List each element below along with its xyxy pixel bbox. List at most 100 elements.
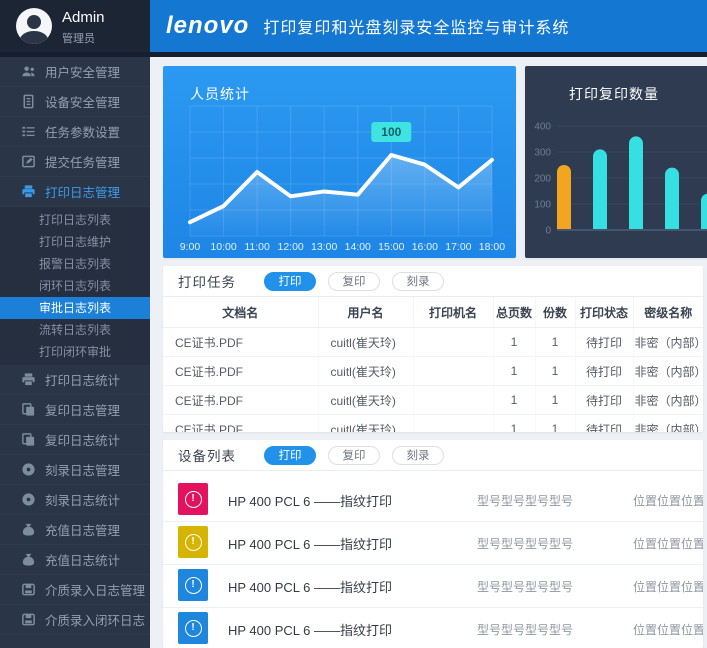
print-tasks-tabs: 打印复印刻录 (264, 272, 444, 291)
header-divider (0, 52, 707, 57)
device-list-tab-0[interactable]: 打印 (264, 446, 316, 465)
media-icon (20, 582, 36, 598)
exclamation-circle-icon: ! (185, 534, 202, 551)
sidebar-item-7[interactable]: 复印日志统计 (0, 425, 150, 455)
sidebar-item-5[interactable]: 打印日志统计 (0, 365, 150, 395)
sidebar-subitem-5[interactable]: 流转日志列表 (0, 319, 150, 341)
table-cell: 1 (493, 415, 535, 433)
col-header: 打印机名 (413, 297, 493, 328)
sidebar-item-label: 提交任务管理 (45, 152, 120, 171)
device-list-tab-2[interactable]: 刻录 (392, 446, 444, 465)
device-icon (20, 94, 36, 110)
sidebar-subitem-1[interactable]: 打印日志维护 (0, 231, 150, 253)
device-name: HP 400 PCL 6 ——指纹打印 (228, 577, 392, 596)
table-cell: 非密（内部） (633, 386, 703, 415)
sidebar-item-1[interactable]: 设备安全管理 (0, 87, 150, 117)
sidebar-item-2[interactable]: 任务参数设置 (0, 117, 150, 147)
sidebar-item-label: 介质录入日志管理 (45, 580, 145, 599)
sidebar-subitem-2[interactable]: 报警日志列表 (0, 253, 150, 275)
device-list-header: 设备列表 打印复印刻录 (163, 440, 703, 471)
submit-icon (20, 154, 36, 170)
sidebar-item-label: 用户安全管理 (45, 62, 120, 81)
table-cell: CE证书.PDF (163, 415, 318, 433)
print-tasks-table: 文档名用户名打印机名总页数份数打印状态密级名称 CE证书.PDFcuitl(崔天… (163, 297, 703, 432)
printer-icon (20, 184, 36, 200)
svg-text:100: 100 (534, 200, 551, 211)
svg-text:0: 0 (545, 226, 551, 237)
sidebar-subitem-0[interactable]: 打印日志列表 (0, 209, 150, 231)
table-cell: 非密（内部） (633, 328, 703, 357)
table-row[interactable]: CE证书.PDFcuitl(崔天玲)11待打印非密（内部） (163, 386, 703, 415)
device-model: 型号型号型号型号 (477, 535, 573, 552)
print-tasks-header: 打印任务 打印复印刻录 (163, 266, 703, 297)
table-cell: 待打印 (575, 386, 633, 415)
device-rows: !HP 400 PCL 6 ——指纹打印型号型号型号型号位置位置位置!HP 40… (163, 471, 703, 648)
disc-icon (20, 492, 36, 508)
table-row[interactable]: CE证书.PDFcuitl(崔天玲)11待打印非密（内部） (163, 357, 703, 386)
avatar-person-icon (27, 15, 41, 29)
device-status-icon: ! (178, 612, 208, 644)
personnel-chart-panel: 1009:0010:0011:0012:0013:0014:0015:0016:… (163, 66, 516, 258)
copy-icon (20, 402, 36, 418)
device-list-tab-1[interactable]: 复印 (328, 446, 380, 465)
print-tasks-tab-2[interactable]: 刻录 (392, 272, 444, 291)
device-status-icon: ! (178, 483, 208, 515)
table-cell: 非密（内部） (633, 415, 703, 433)
sidebar-submenu: 打印日志列表打印日志维护报警日志列表闭环日志列表审批日志列表流转日志列表打印闭环… (0, 207, 150, 365)
device-location: 位置位置位置 (633, 621, 703, 638)
avatar[interactable] (16, 8, 52, 44)
device-model: 型号型号型号型号 (477, 492, 573, 509)
table-cell: CE证书.PDF (163, 386, 318, 415)
device-location: 位置位置位置 (633, 578, 703, 595)
table-cell: 非密（内部） (633, 357, 703, 386)
device-location: 位置位置位置 (633, 492, 703, 509)
device-status-icon: ! (178, 526, 208, 558)
device-row[interactable]: !HP 400 PCL 6 ——指纹打印型号型号型号型号位置位置位置 (163, 522, 703, 565)
table-row[interactable]: CE证书.PDFcuitl(崔天玲)11待打印非密（内部） (163, 415, 703, 433)
sidebar-item-4[interactable]: 打印日志管理 (0, 177, 150, 207)
device-list-title: 设备列表 (178, 445, 236, 465)
personnel-chart-title: 人员统计 (190, 84, 250, 104)
sidebar-item-11[interactable]: 充值日志统计 (0, 545, 150, 575)
app-title: 打印复印和光盘刻录安全监控与审计系统 (263, 14, 569, 38)
svg-text:100: 100 (381, 125, 401, 139)
svg-text:300: 300 (534, 148, 551, 159)
col-header: 打印状态 (575, 297, 633, 328)
table-cell (413, 415, 493, 433)
sidebar-item-label: 充值日志统计 (45, 550, 120, 569)
device-row[interactable]: ! HP 400 PCL 6 ——指纹打印 型号型号型号型号 位置位置位置 (163, 479, 703, 522)
device-row[interactable]: !HP 400 PCL 6 ——指纹打印型号型号型号型号位置位置位置 (163, 565, 703, 608)
sidebar-item-9[interactable]: 刻录日志统计 (0, 485, 150, 515)
exclamation-circle-icon: ! (185, 620, 202, 637)
device-name: HP 400 PCL 6 ——指纹打印 (228, 491, 392, 510)
sidebar-item-10[interactable]: 充值日志管理 (0, 515, 150, 545)
table-cell: cuitl(崔天玲) (318, 357, 413, 386)
sidebar-item-6[interactable]: 复印日志管理 (0, 395, 150, 425)
col-header: 密级名称 (633, 297, 703, 328)
print-tasks-tab-1[interactable]: 复印 (328, 272, 380, 291)
table-row[interactable]: CE证书.PDFcuitl(崔天玲)11待打印非密（内部） (163, 328, 703, 357)
sidebar-subitem-4[interactable]: 审批日志列表 (0, 297, 150, 319)
sidebar-item-3[interactable]: 提交任务管理 (0, 147, 150, 177)
disc-icon (20, 462, 36, 478)
sidebar-item-label: 充值日志管理 (45, 520, 120, 539)
print-tasks-tab-0[interactable]: 打印 (264, 272, 316, 291)
col-header: 份数 (535, 297, 575, 328)
sidebar-item-label: 刻录日志管理 (45, 460, 120, 479)
table-cell: 1 (493, 386, 535, 415)
device-list-tabs: 打印复印刻录 (264, 446, 444, 465)
sidebar-item-13[interactable]: 介质录入闭环日志 (0, 605, 150, 635)
sidebar-subitem-3[interactable]: 闭环日志列表 (0, 275, 150, 297)
recharge-icon (20, 552, 36, 568)
col-header: 用户名 (318, 297, 413, 328)
svg-text:200: 200 (534, 174, 551, 185)
sidebar-item-8[interactable]: 刻录日志管理 (0, 455, 150, 485)
recharge-icon (20, 522, 36, 538)
sidebar-item-0[interactable]: 用户安全管理 (0, 57, 150, 87)
device-row[interactable]: !HP 400 PCL 6 ——指纹打印型号型号型号型号位置位置位置 (163, 608, 703, 648)
print-copy-chart-title: 打印复印数量 (569, 84, 659, 104)
svg-text:14:00: 14:00 (345, 241, 371, 253)
sidebar-item-12[interactable]: 介质录入日志管理 (0, 575, 150, 605)
sidebar-subitem-6[interactable]: 打印闭环审批 (0, 341, 150, 363)
print-tasks-title: 打印任务 (178, 271, 236, 291)
